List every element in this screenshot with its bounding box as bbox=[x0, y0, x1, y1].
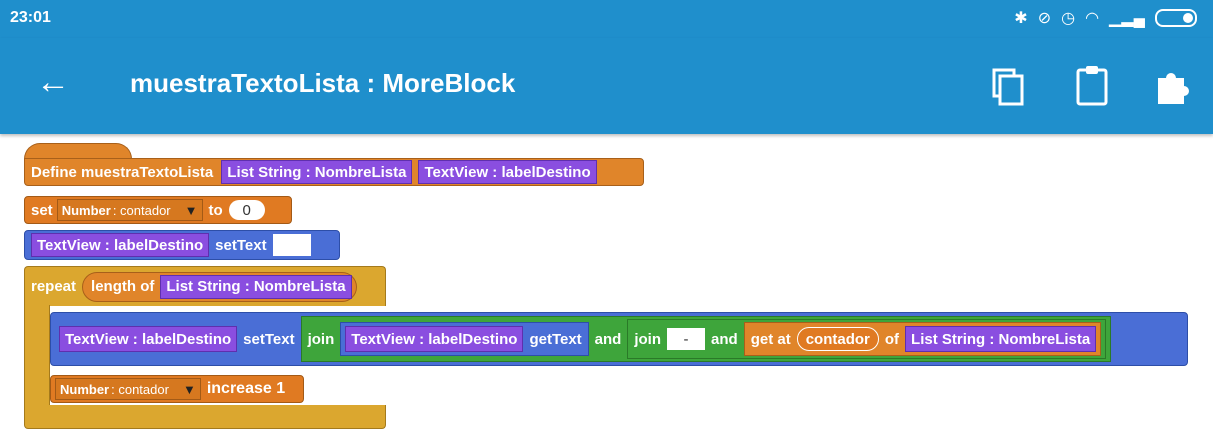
set-block[interactable]: set Number : contador ▼ to 0 bbox=[24, 196, 292, 224]
set-label: set bbox=[31, 201, 53, 219]
repeat-foot bbox=[24, 405, 386, 429]
settext-join-block[interactable]: TextView : labelDestino setText join Tex… bbox=[50, 312, 1188, 366]
define-label: Define muestraTextoLista bbox=[31, 163, 214, 181]
param-textview[interactable]: TextView : labelDestino bbox=[418, 160, 597, 184]
index-variable[interactable]: contador bbox=[796, 327, 879, 351]
arrow-left-icon[interactable]: ← bbox=[36, 62, 70, 102]
of-label: of bbox=[884, 330, 900, 348]
number-input[interactable]: 0 bbox=[228, 200, 265, 220]
list-param[interactable]: List String : NombreLista bbox=[905, 326, 1097, 352]
battery-icon bbox=[1155, 9, 1197, 27]
chevron-down-icon: ▼ bbox=[182, 381, 196, 397]
param-list[interactable]: List String : NombreLista bbox=[221, 160, 413, 184]
list-param[interactable]: List String : NombreLista bbox=[160, 274, 352, 299]
gettext-label: getText bbox=[529, 330, 582, 348]
page-title: muestraTextoLista : MoreBlock bbox=[130, 68, 516, 98]
repeat-label: repeat bbox=[31, 278, 77, 295]
copy-icon[interactable] bbox=[984, 60, 1032, 108]
join-block-inner[interactable]: join - and get at contador of List Strin… bbox=[627, 319, 1107, 359]
clipboard-icon[interactable] bbox=[1068, 60, 1116, 108]
settext-label: setText bbox=[243, 330, 295, 348]
var-name: : contador bbox=[111, 381, 169, 397]
variable-dropdown[interactable]: Number : contador ▼ bbox=[56, 199, 203, 221]
textview-param[interactable]: TextView : labelDestino bbox=[31, 233, 210, 257]
textview-param[interactable]: TextView : labelDestino bbox=[59, 326, 238, 352]
wifi-icon: ◠ bbox=[1085, 10, 1100, 27]
repeat-arm bbox=[24, 305, 50, 407]
join-block[interactable]: join TextView : labelDestino getText and… bbox=[300, 316, 1112, 362]
join-label: join bbox=[307, 330, 335, 348]
and-label: and bbox=[711, 330, 738, 348]
signal-icon: ▁▂▄ bbox=[1109, 10, 1145, 27]
mute-icon: ⊘ bbox=[1037, 10, 1052, 27]
text-input[interactable] bbox=[272, 234, 311, 256]
variable-dropdown[interactable]: Number : contador ▼ bbox=[55, 378, 201, 400]
define-hat bbox=[24, 143, 132, 159]
get-at-label: get at bbox=[750, 330, 791, 348]
join-label: join bbox=[634, 330, 662, 348]
var-type: Number bbox=[60, 381, 110, 397]
length-of-label: length of bbox=[91, 278, 155, 295]
app-bar: ← muestraTextoLista : MoreBlock bbox=[0, 38, 1213, 134]
block-canvas[interactable]: Define muestraTextoLista List String : N… bbox=[0, 134, 1213, 432]
repeat-block[interactable]: repeat length of List String : NombreLis… bbox=[24, 266, 386, 306]
increase-block[interactable]: Number : contador ▼ increase 1 bbox=[50, 375, 304, 403]
gettext-block[interactable]: TextView : labelDestino getText bbox=[340, 322, 589, 356]
status-time: 23:01 bbox=[10, 9, 51, 26]
status-icons: ✱ ⊘ ◷ ◠ ▁▂▄ bbox=[1014, 8, 1197, 28]
status-bar: 23:01 ✱ ⊘ ◷ ◠ ▁▂▄ bbox=[0, 0, 1213, 38]
increase-label: increase 1 bbox=[206, 380, 286, 397]
get-at-block[interactable]: get at contador of List String : NombreL… bbox=[743, 322, 1102, 356]
alarm-icon: ◷ bbox=[1061, 10, 1076, 27]
and-label: and bbox=[594, 330, 622, 348]
settext-block[interactable]: TextView : labelDestino setText bbox=[24, 230, 340, 260]
settext-label: setText bbox=[215, 236, 267, 254]
var-name: : contador bbox=[112, 202, 171, 218]
to-label: to bbox=[208, 201, 223, 219]
define-block[interactable]: Define muestraTextoLista List String : N… bbox=[24, 158, 644, 186]
chevron-down-icon: ▼ bbox=[184, 202, 198, 218]
bluetooth-icon: ✱ bbox=[1014, 10, 1028, 27]
puzzle-icon[interactable] bbox=[1148, 60, 1196, 108]
textview-param[interactable]: TextView : labelDestino bbox=[345, 326, 524, 352]
separator-input[interactable]: - bbox=[667, 328, 706, 350]
var-type: Number bbox=[61, 202, 111, 218]
length-of-block[interactable]: length of List String : NombreLista bbox=[82, 271, 357, 302]
